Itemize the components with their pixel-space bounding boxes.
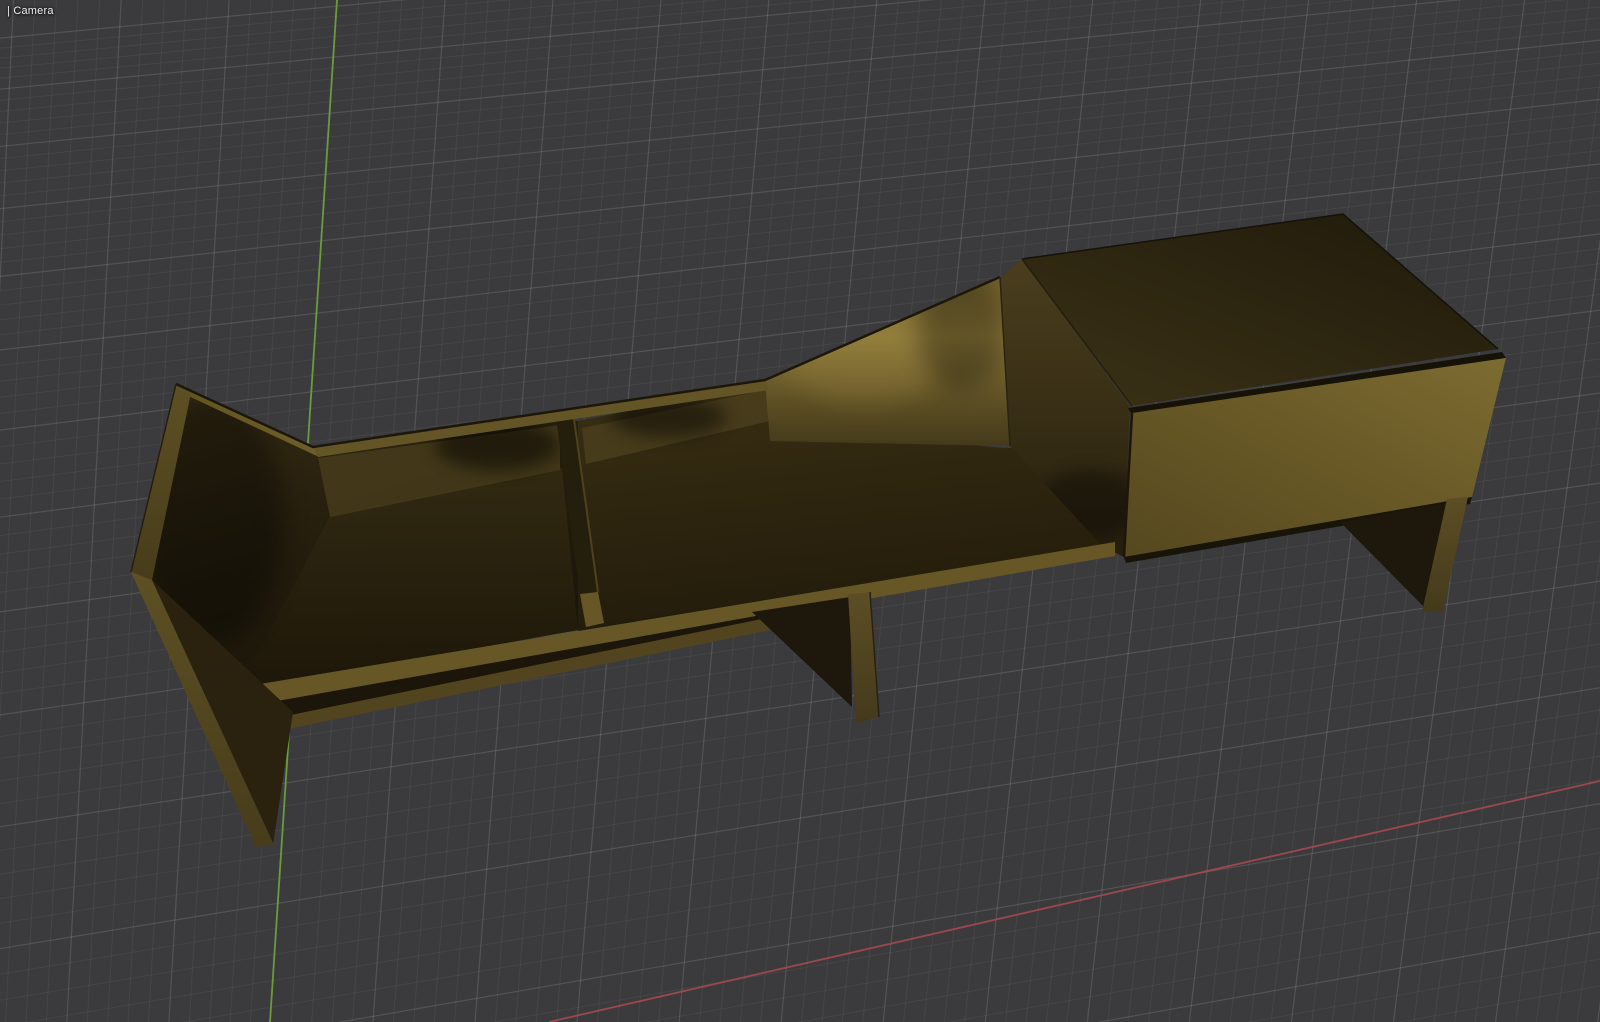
viewport-canvas	[0, 0, 1600, 1022]
blender-3d-viewport[interactable]: | Camera	[0, 0, 1600, 1022]
viewport-camera-label: | Camera	[7, 5, 54, 18]
